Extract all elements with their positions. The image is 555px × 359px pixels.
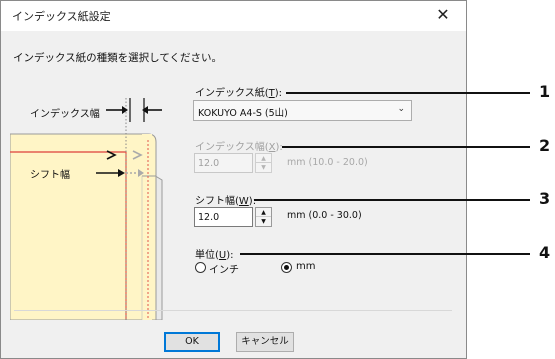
callout-leader-2 [282, 146, 530, 148]
index-paper-select[interactable]: KOKUYO A4-S (5山) ⌄ [193, 100, 412, 121]
index-width-spinner[interactable]: ▲ ▼ [255, 153, 272, 173]
callout-leader-1 [286, 92, 530, 94]
unit-mm-radio[interactable] [281, 262, 292, 273]
callout-3: 3 [539, 189, 551, 208]
unit-inch-radio[interactable] [195, 262, 206, 273]
shift-width-label: シフト幅(W): [195, 196, 257, 207]
ok-button[interactable]: OK [164, 332, 220, 352]
chevron-down-icon: ⌄ [397, 104, 405, 114]
callout-4: 4 [539, 243, 551, 262]
callout-1: 1 [539, 82, 551, 101]
callout-2: 2 [539, 136, 551, 155]
spin-up-icon[interactable]: ▲ [256, 154, 271, 163]
callout-leader-3 [254, 199, 530, 201]
unit-mm-label[interactable]: mm [296, 261, 315, 272]
shift-width-input[interactable]: 12.0 [194, 207, 253, 227]
unit-inch-label[interactable]: インチ [209, 261, 239, 276]
index-paper-label: インデックス紙(T): [195, 88, 282, 99]
cancel-button[interactable]: キャンセル [236, 332, 294, 352]
index-width-diagram-label: インデックス幅 [30, 109, 100, 120]
shift-width-range: mm (0.0 - 30.0) [287, 210, 362, 221]
shift-width-spinner[interactable]: ▲ ▼ [255, 207, 272, 227]
spin-down-icon[interactable]: ▼ [256, 163, 271, 172]
shift-width-value: 12.0 [198, 212, 220, 223]
spin-up-icon[interactable]: ▲ [256, 208, 271, 217]
unit-label: 単位(U): [195, 250, 234, 261]
index-paper-selected-value: KOKUYO A4-S (5山) [198, 108, 288, 119]
index-width-range: mm (10.0 - 20.0) [287, 157, 368, 168]
instruction-text: インデックス紙の種類を選択してください。 [13, 52, 223, 64]
separator [14, 310, 452, 311]
spin-down-icon[interactable]: ▼ [256, 217, 271, 226]
index-width-input[interactable]: 12.0 [194, 153, 253, 173]
callout-leader-4 [240, 253, 530, 255]
index-width-value: 12.0 [198, 158, 220, 169]
shift-width-diagram-label: シフト幅 [30, 170, 70, 181]
close-button[interactable]: ✕ [428, 4, 458, 26]
dialog-title: インデックス紙設定 [12, 10, 111, 23]
index-width-label: インデックス幅(X): [195, 142, 283, 153]
